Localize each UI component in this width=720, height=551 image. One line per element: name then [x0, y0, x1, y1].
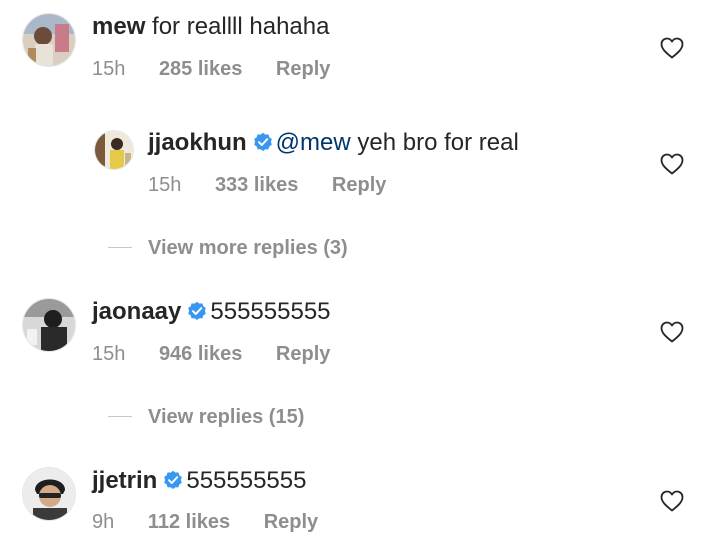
avatar-image — [95, 131, 133, 169]
avatar-image — [23, 14, 75, 66]
avatar[interactable] — [94, 130, 134, 170]
likes-count[interactable]: 333 likes — [215, 174, 298, 196]
comment-text: yeh bro for real — [357, 129, 519, 156]
comment-text-line: jjetrin 555555555 — [92, 466, 306, 496]
avatar[interactable] — [22, 467, 76, 521]
comment-meta: 9h 112 likes Reply — [92, 509, 318, 535]
likes-count[interactable]: 285 likes — [159, 58, 242, 80]
username[interactable]: jaonaay — [92, 298, 181, 325]
divider-dash — [108, 247, 132, 248]
username[interactable]: mew — [92, 13, 145, 40]
reply-button[interactable]: Reply — [332, 174, 386, 196]
view-replies-label[interactable]: View replies (15) — [148, 402, 304, 432]
avatar[interactable] — [22, 298, 76, 352]
comment-text: for reallll hahaha — [152, 13, 330, 40]
heart-icon[interactable] — [660, 490, 684, 512]
avatar-image — [23, 299, 75, 351]
verified-badge-icon — [164, 470, 183, 489]
heart-icon[interactable] — [660, 37, 684, 59]
divider-dash — [108, 416, 132, 417]
heart-icon[interactable] — [660, 321, 684, 343]
comment-text-line: jaonaay 555555555 — [92, 297, 331, 327]
likes-count[interactable]: 112 likes — [148, 511, 230, 533]
avatar[interactable] — [22, 13, 76, 67]
comment-text-line: jjaokhun @mew yeh bro for real — [148, 128, 519, 158]
mention-link[interactable]: @mew — [276, 129, 351, 156]
timestamp: 15h — [148, 174, 182, 196]
view-more-replies-label[interactable]: View more replies (3) — [148, 233, 348, 263]
timestamp: 9h — [92, 511, 115, 533]
verified-badge-icon — [253, 132, 272, 151]
verified-badge-icon — [188, 301, 207, 320]
avatar-image — [23, 468, 75, 520]
comment-meta: 15h 285 likes Reply — [92, 56, 330, 82]
comment-text: 555555555 — [210, 298, 331, 325]
username[interactable]: jjaokhun — [148, 129, 247, 156]
comment-text: 555555555 — [186, 467, 307, 494]
heart-icon[interactable] — [660, 153, 684, 175]
likes-count[interactable]: 946 likes — [159, 343, 242, 365]
reply-button[interactable]: Reply — [276, 58, 330, 80]
timestamp: 15h — [92, 58, 126, 80]
reply-button[interactable]: Reply — [264, 511, 318, 533]
username[interactable]: jjetrin — [92, 467, 157, 494]
reply-button[interactable]: Reply — [276, 343, 330, 365]
comment-text-line: mew for reallll hahaha — [92, 12, 329, 42]
timestamp: 15h — [92, 343, 126, 365]
comment-meta: 15h 333 likes Reply — [148, 172, 386, 198]
comment-meta: 15h 946 likes Reply — [92, 341, 330, 367]
